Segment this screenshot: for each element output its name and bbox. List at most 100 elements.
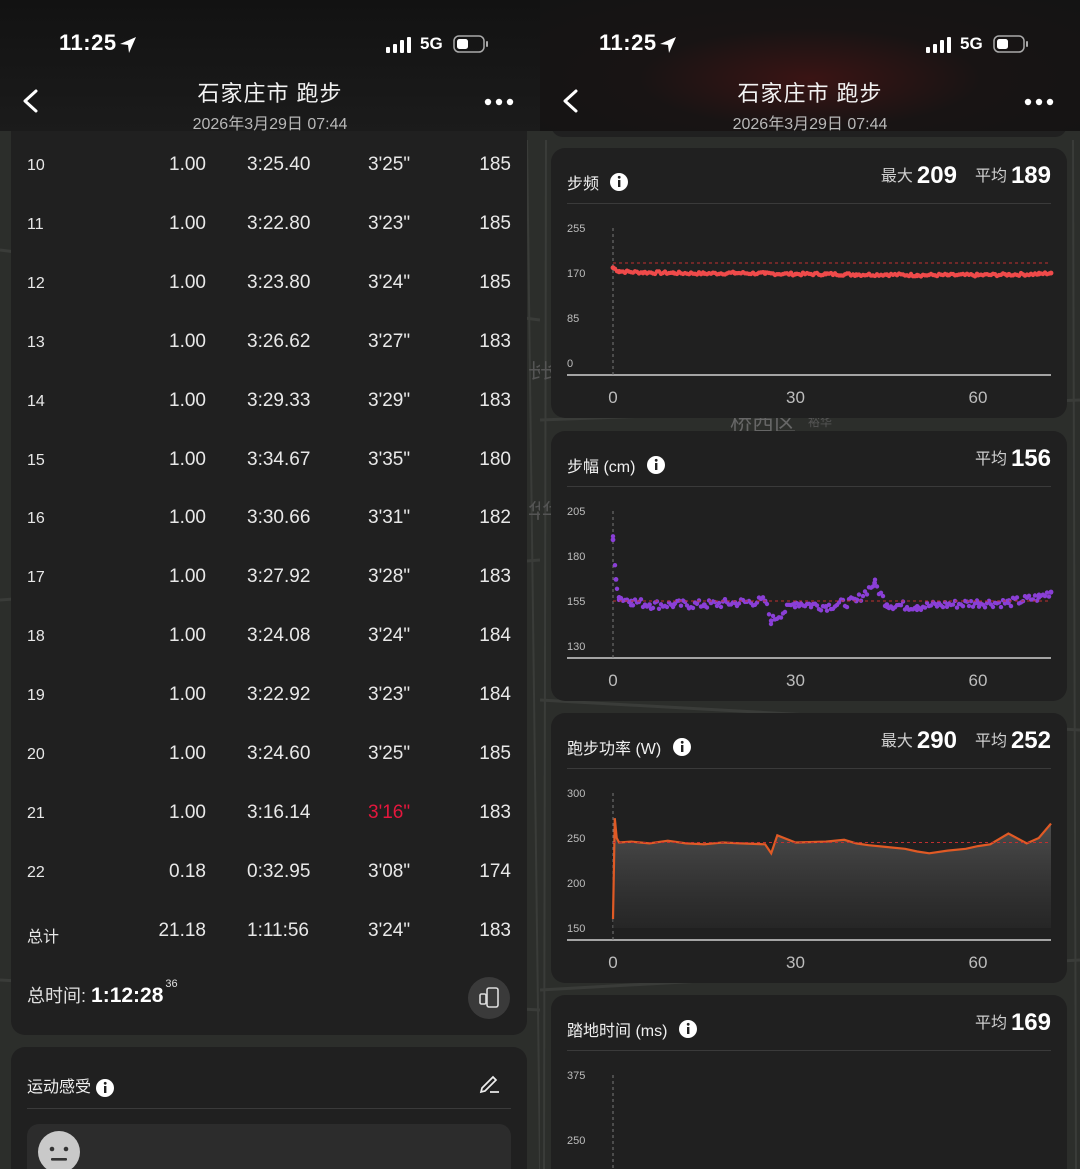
split-cadence: 183 — [479, 389, 511, 411]
stat-label: 最大 — [880, 733, 913, 750]
edit-icon[interactable] — [478, 1070, 502, 1094]
split-pace: 3'24" — [368, 271, 411, 293]
data-point — [998, 604, 1004, 610]
split-pace: 3'25" — [368, 154, 411, 175]
left-screen: 长 华 11:25 5G 石家庄市 跑步 2026年3月29日 07:44 10… — [0, 0, 540, 1169]
total-time-value: 1:12:28 — [91, 984, 164, 1007]
split-time: 3:27.92 — [247, 566, 311, 588]
info-icon[interactable] — [646, 455, 666, 475]
split-time: 0:32.95 — [247, 860, 311, 882]
split-pace: 3'27" — [368, 330, 411, 352]
split-cadence: 185 — [479, 271, 511, 293]
data-point — [732, 270, 738, 276]
stat-value: 169 — [1010, 1009, 1051, 1036]
x-tick-label: 0 — [608, 953, 617, 972]
split-cadence: 183 — [479, 330, 511, 352]
data-point — [914, 604, 920, 609]
data-point — [1006, 272, 1011, 277]
chart-title: 跑步功率 (W) — [567, 735, 692, 759]
split-distance: 1.00 — [169, 389, 206, 411]
split-cadence: 184 — [479, 625, 511, 647]
split-time: 3:24.60 — [247, 743, 311, 764]
data-point — [940, 604, 946, 610]
chart-plot: 255 170 85 0 0 30 60 — [567, 223, 1054, 407]
device-button[interactable] — [468, 977, 510, 1019]
split-index: 12 — [27, 274, 45, 292]
feeling-title: 运动感受 — [27, 1073, 115, 1098]
split-distance: 0.18 — [169, 860, 206, 882]
feeling-input[interactable] — [27, 1124, 511, 1169]
x-tick-label: 0 — [608, 671, 617, 690]
table-row: 16 1.00 3:30.66 3'31" 182 — [11, 499, 527, 539]
split-cadence: 185 — [479, 154, 511, 175]
data-point — [856, 592, 862, 597]
split-pace: 3'24" — [368, 625, 411, 647]
data-point — [966, 603, 972, 609]
signal-icon — [386, 37, 411, 53]
status-bar: 11:25 5G — [0, 30, 540, 60]
data-point — [718, 604, 724, 610]
feeling-title-text: 运动感受 — [27, 1079, 92, 1096]
network-type: 5G — [420, 34, 443, 53]
table-row: 22 0.18 0:32.95 3'08" 174 — [11, 853, 527, 893]
data-point — [990, 604, 996, 610]
data-point — [823, 271, 829, 277]
split-time: 3:29.33 — [247, 389, 311, 411]
info-icon[interactable] — [609, 172, 629, 192]
split-index: 21 — [27, 804, 45, 822]
data-point — [690, 605, 696, 611]
chart-plot: 375250125 — [567, 1070, 614, 1169]
divider — [567, 203, 1051, 204]
data-point — [840, 597, 846, 603]
split-time: 3:34.67 — [247, 448, 311, 470]
data-point — [880, 593, 886, 599]
data-point — [778, 615, 784, 620]
data-point — [1044, 590, 1050, 595]
split-time: 3:25.40 — [247, 154, 311, 175]
y-tick-label: 250 — [567, 833, 585, 845]
data-point — [664, 604, 670, 610]
network-type: 5G — [960, 34, 983, 53]
data-point — [701, 602, 707, 607]
data-point — [1036, 595, 1042, 600]
nav-header: 11:25 5G 石家庄市 跑步 2026年3月29日 07:44 — [0, 0, 540, 133]
data-point — [814, 603, 820, 608]
chart-plot: 300 250 200 150 0 30 60 — [567, 788, 1052, 972]
more-icon[interactable] — [1024, 98, 1054, 106]
split-time: 3:24.08 — [247, 625, 311, 647]
splits-total-row: 总计 21.18 1:11:56 3'24" 183 — [11, 912, 527, 952]
info-icon[interactable] — [95, 1078, 115, 1098]
info-icon[interactable] — [678, 1019, 698, 1039]
data-point — [613, 577, 619, 582]
data-point — [945, 602, 950, 607]
data-point — [768, 618, 774, 624]
chart-stats: 平均 156 — [975, 445, 1051, 473]
splits-card: 10 1.00 3:25.40 3'25" 185 11 1.00 3:22.80 3'23" 1… — [11, 125, 527, 1035]
stat-value: 189 — [1010, 162, 1051, 189]
map-label: 长 — [528, 361, 540, 383]
y-tick-label: 0 — [567, 358, 573, 370]
data-point — [696, 598, 702, 603]
neutral-face-icon — [38, 1131, 80, 1169]
more-icon[interactable] — [484, 98, 514, 106]
x-tick-label: 30 — [786, 388, 805, 407]
data-point — [701, 271, 707, 276]
split-index: 11 — [27, 215, 44, 233]
data-point — [610, 265, 616, 271]
power-area — [613, 818, 1051, 928]
x-tick-label: 30 — [786, 953, 805, 972]
split-time: 3:30.66 — [247, 507, 311, 529]
data-point — [671, 602, 677, 607]
stat-label: 平均 — [974, 451, 1007, 468]
split-index: 22 — [27, 863, 45, 881]
data-point — [914, 272, 920, 278]
status-time: 11:25 — [599, 30, 657, 55]
info-icon[interactable] — [672, 737, 692, 757]
data-point — [630, 603, 636, 608]
split-index: 总计 — [27, 928, 60, 946]
split-pace: 3'16" — [368, 801, 411, 823]
stat-label: 最大 — [880, 168, 913, 185]
total-time-label: 总时间: — [27, 986, 87, 1006]
data-point — [612, 563, 618, 568]
data-point — [1046, 594, 1052, 599]
